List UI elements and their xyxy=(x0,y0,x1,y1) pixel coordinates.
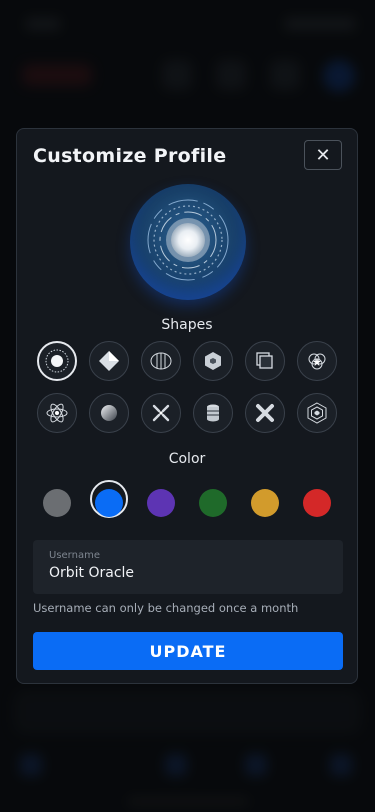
x-cross-icon xyxy=(256,404,274,422)
shape-option-nested-hexagon[interactable] xyxy=(297,393,337,433)
color-label: Color xyxy=(168,451,206,467)
color-swatch-purple[interactable] xyxy=(147,489,175,517)
shape-option-radial-burst[interactable] xyxy=(37,341,77,381)
color-swatch-green[interactable] xyxy=(199,489,227,517)
stacked-squares-icon xyxy=(256,352,273,369)
color-swatch-gray[interactable] xyxy=(43,489,71,517)
username-label: Username xyxy=(49,550,100,561)
shape-option-gradient-orb[interactable] xyxy=(89,393,129,433)
close-icon: ✕ xyxy=(315,144,331,166)
shape-option-striped-sphere[interactable] xyxy=(141,341,181,381)
radial-burst-icon xyxy=(45,349,69,373)
orbit-avatar-icon xyxy=(147,199,229,281)
shape-option-database-stack[interactable] xyxy=(193,393,233,433)
shape-option-star-cluster[interactable] xyxy=(297,341,337,381)
shape-option-x-cross[interactable] xyxy=(245,393,285,433)
cross-arrows-icon xyxy=(152,404,170,422)
color-swatch-gold[interactable] xyxy=(251,489,279,517)
customize-profile-modal: Customize Profile ✕ Shapes Color Usernam… xyxy=(16,128,358,684)
color-swatch-red[interactable] xyxy=(303,489,331,517)
username-value[interactable]: Orbit Oracle xyxy=(49,565,327,581)
update-button[interactable]: UPDATE xyxy=(33,632,343,670)
shape-option-stacked-squares[interactable] xyxy=(245,341,285,381)
gradient-orb-icon xyxy=(101,405,117,421)
atom-icon xyxy=(46,403,68,423)
shape-option-diamond[interactable] xyxy=(89,341,129,381)
nested-hexagon-icon xyxy=(307,402,327,424)
shapes-label: Shapes xyxy=(161,317,213,333)
database-stack-icon xyxy=(207,404,219,422)
avatar-preview xyxy=(130,184,246,300)
username-hint: Username can only be changed once a mont… xyxy=(33,601,299,615)
close-button[interactable]: ✕ xyxy=(304,140,342,170)
striped-sphere-icon xyxy=(150,352,172,370)
username-field[interactable]: Username Orbit Oracle xyxy=(33,540,343,594)
shape-option-hexagon-cube[interactable] xyxy=(193,341,233,381)
modal-title: Customize Profile xyxy=(33,145,227,167)
hexagon-cube-icon xyxy=(205,352,221,370)
star-cluster-icon xyxy=(308,353,326,370)
shape-option-cross-arrows[interactable] xyxy=(141,393,181,433)
shape-option-atom[interactable] xyxy=(37,393,77,433)
color-swatch-blue[interactable] xyxy=(95,489,123,517)
color-swatches xyxy=(43,480,343,524)
diamond-icon xyxy=(99,351,119,371)
